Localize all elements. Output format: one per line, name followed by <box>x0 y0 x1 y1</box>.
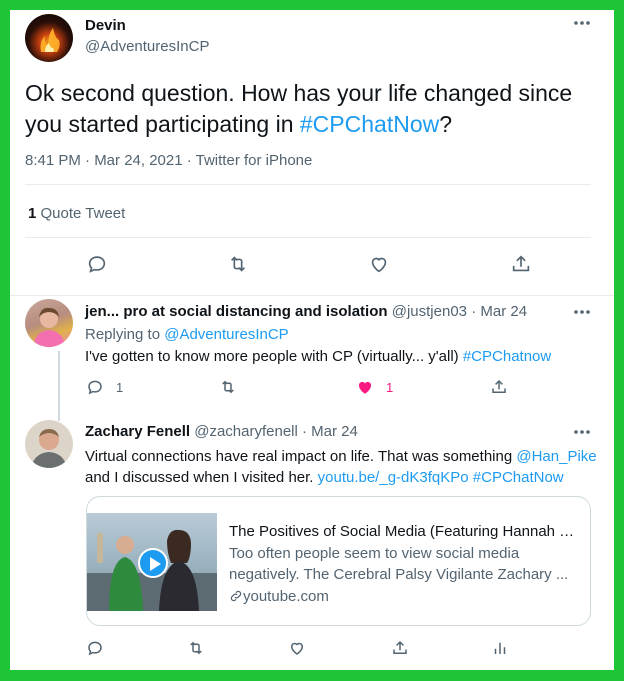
reply-text-line: Virtual connections have real impact on … <box>85 446 597 467</box>
reply-date[interactable]: Mar 24 <box>311 423 358 440</box>
card-domain: youtube.com <box>229 586 329 609</box>
reply-icon[interactable] <box>86 253 108 275</box>
more-options-icon[interactable] <box>573 309 591 315</box>
replying-prefix: Replying to <box>85 326 165 343</box>
reply-date[interactable]: Mar 24 <box>480 303 527 320</box>
like-icon[interactable] <box>368 253 390 275</box>
external-link[interactable]: youtu.be/_g-dK3fqKPo <box>318 469 469 486</box>
tweet-text-end: ? <box>439 111 453 137</box>
dot-separator: · <box>471 303 477 320</box>
quote-tweet-stats[interactable]: 1 Quote Tweet <box>28 205 125 222</box>
thread-connector-line <box>58 351 60 421</box>
card-domain-text: youtube.com <box>243 588 329 605</box>
hashtag-link[interactable]: #CPChatNow <box>473 469 564 486</box>
analytics-icon[interactable] <box>491 639 509 657</box>
more-options-icon[interactable] <box>573 429 591 435</box>
author-avatar[interactable] <box>25 14 73 62</box>
tweet-text: Ok second question. How has your life ch… <box>25 78 595 140</box>
reply-author-avatar[interactable] <box>25 299 73 347</box>
share-icon[interactable] <box>391 639 409 657</box>
reply-header: jen... pro at social distancing and isol… <box>85 303 527 320</box>
reply-author-name[interactable]: Zachary Fenell <box>85 423 190 440</box>
reply-count: 1 <box>116 380 124 395</box>
more-options-icon[interactable] <box>573 20 591 26</box>
card-title: The Positives of Social Media (Featuring… <box>229 523 579 540</box>
reply-author-handle[interactable]: @zacharyfenell <box>194 423 298 440</box>
like-count: 1 <box>386 380 394 395</box>
divider <box>10 295 614 296</box>
play-icon[interactable] <box>138 548 168 578</box>
reply-text-body: and I discussed when I visited her. <box>85 469 318 486</box>
author-handle[interactable]: @AdventuresInCP <box>85 38 209 55</box>
reply-author-handle[interactable]: @justjen03 <box>392 303 467 320</box>
card-description: Too often people seem to view social med… <box>229 545 520 562</box>
reply-header: Zachary Fenell @zacharyfenell · Mar 24 <box>85 423 358 440</box>
tweet-text-body: Ok second question. How has your life ch… <box>25 80 573 137</box>
quote-count: 1 <box>28 205 37 222</box>
mention-link[interactable]: @Han_Pike <box>516 448 596 465</box>
tweet-thread-panel: Devin @AdventuresInCP Ok second question… <box>10 10 614 670</box>
hashtag-link[interactable]: #CPChatnow <box>463 348 551 365</box>
reply-text-body: I've gotten to know more people with CP … <box>85 348 463 365</box>
dot-separator: · <box>302 423 307 440</box>
reply-text-body: Virtual connections have real impact on … <box>85 448 517 465</box>
share-icon[interactable] <box>510 253 532 275</box>
replying-to: Replying to @AdventuresInCP <box>85 326 289 343</box>
link-icon <box>229 588 243 609</box>
divider <box>25 237 591 238</box>
video-thumbnail[interactable] <box>87 513 217 611</box>
author-name[interactable]: Devin <box>85 17 126 34</box>
reply-author-avatar[interactable] <box>25 420 73 468</box>
retweet-icon[interactable] <box>187 639 205 657</box>
divider <box>25 184 591 185</box>
reply-icon[interactable] <box>86 639 104 657</box>
hashtag-link[interactable]: #CPChatNow <box>300 111 439 137</box>
retweet-icon[interactable] <box>219 378 237 396</box>
card-description: negatively. The Cerebral Palsy Vigilante… <box>229 566 569 583</box>
reply-icon[interactable] <box>86 378 104 396</box>
replying-to-link[interactable]: @AdventuresInCP <box>164 326 288 343</box>
liked-heart-icon[interactable] <box>356 378 374 396</box>
reply-text: Virtual connections have real impact on … <box>85 446 597 488</box>
reply-text: I've gotten to know more people with CP … <box>85 348 551 365</box>
like-icon[interactable] <box>288 639 306 657</box>
reply-author-name[interactable]: jen... pro at social distancing and isol… <box>85 303 388 320</box>
share-icon[interactable] <box>490 378 508 396</box>
reply-text-line: and I discussed when I visited her. yout… <box>85 467 597 488</box>
retweet-icon[interactable] <box>227 253 249 275</box>
tweet-timestamp[interactable]: 8:41 PM · Mar 24, 2021 · Twitter for iPh… <box>25 152 312 169</box>
link-preview-card[interactable]: The Positives of Social Media (Featuring… <box>86 496 591 626</box>
quote-label: Quote Tweet <box>40 205 126 222</box>
